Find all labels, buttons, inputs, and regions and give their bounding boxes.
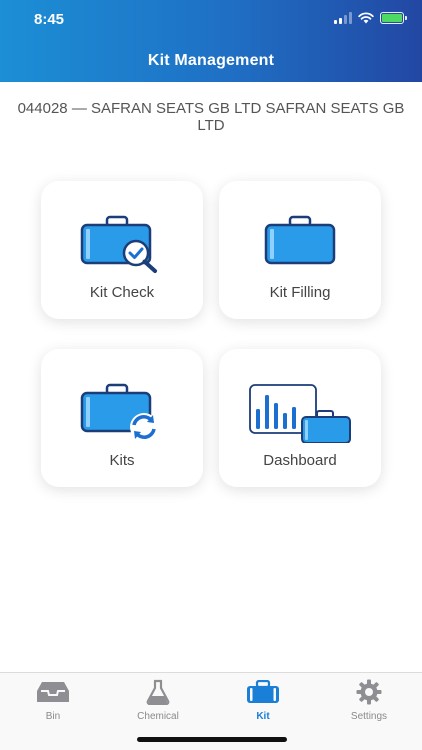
wifi-icon	[358, 12, 374, 24]
suitcase-icon	[219, 215, 381, 275]
tab-kit[interactable]: Kit	[223, 679, 303, 722]
company-name: 044028 — SAFRAN SEATS GB LTD SAFRAN SEAT…	[17, 100, 405, 134]
tab-chemical-label: Chemical	[137, 711, 179, 722]
app-header: 8:45 Kit Management	[0, 0, 422, 82]
page-title: Kit Management	[147, 52, 275, 69]
tab-settings-label: Settings	[350, 711, 388, 722]
kits-card[interactable]: Kits	[41, 349, 203, 487]
kit-filling-card[interactable]: Kit Filling	[219, 181, 381, 319]
flask-icon	[118, 679, 198, 705]
kit-check-card[interactable]: Kit Check	[41, 181, 203, 319]
status-time: 8:45	[34, 11, 65, 28]
tab-bin[interactable]: Bin	[13, 679, 93, 722]
bin-tray-icon	[13, 679, 93, 705]
tab-chemical[interactable]: Chemical	[118, 679, 198, 722]
suitcase-check-icon	[41, 215, 203, 275]
kit-filling-label: Kit Filling	[269, 284, 331, 301]
tab-bin-label: Bin	[45, 711, 61, 722]
status-icons	[334, 12, 407, 24]
tab-settings[interactable]: Settings	[329, 679, 409, 722]
gear-icon	[329, 679, 409, 705]
kit-check-label: Kit Check	[89, 284, 155, 301]
kits-label: Kits	[109, 452, 135, 469]
tab-kit-label: Kit	[256, 711, 270, 722]
battery-icon	[380, 12, 407, 24]
dashboard-card[interactable]: Dashboard	[219, 349, 381, 487]
dashboard-label: Dashboard	[263, 452, 337, 469]
cellular-signal-icon	[334, 12, 352, 24]
dashboard-chart-icon	[219, 383, 381, 443]
home-indicator	[137, 737, 287, 742]
suitcase-refresh-icon	[41, 383, 203, 443]
suitcase-icon	[223, 679, 303, 705]
